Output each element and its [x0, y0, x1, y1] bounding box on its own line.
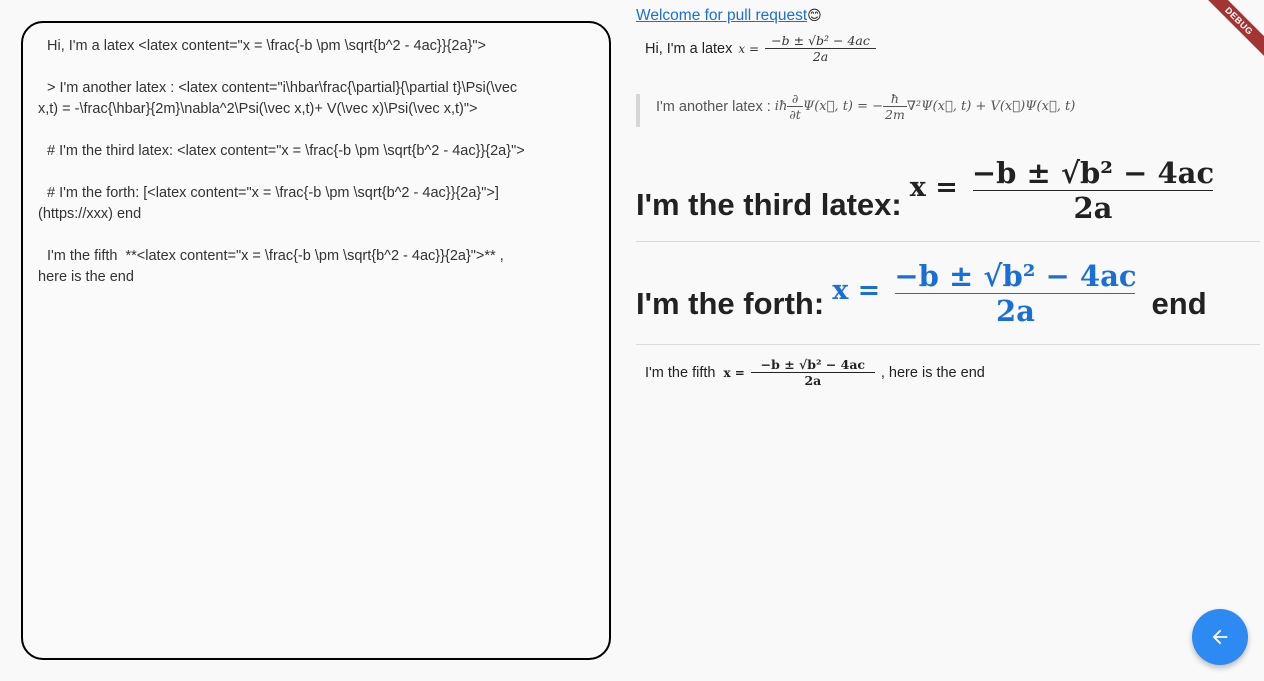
editor-line-3: x,t) = -\frac{\hbar}{2m}\nabla^2\Psi(\ve…: [38, 101, 478, 117]
quadratic-denominator: 2a: [765, 48, 877, 64]
heading4-lhs[interactable]: x =: [832, 275, 880, 306]
blockquote-bar: [636, 94, 640, 127]
line5-text: I'm the fifth: [645, 364, 716, 381]
smile-emoji-icon: 😊: [807, 8, 822, 24]
editor-line-7: I'm the fifth **<latex content="x = \fra…: [47, 248, 504, 264]
schrodinger-mid: Ψ(x⃗, t) = −: [802, 99, 884, 114]
hbar-numerator: ħ: [890, 91, 899, 106]
editor-line-1: Hi, I'm a latex <latex content="x = \fra…: [47, 38, 487, 54]
heading4-end: end: [1151, 286, 1207, 321]
back-fab-button[interactable]: [1192, 609, 1248, 665]
partial-denominator: ∂t: [787, 106, 803, 122]
editor-line-5: # I'm the forth: [<latex content="x = \f…: [47, 185, 499, 201]
line5-fraction: −b ± √b² − 4ac 2a: [750, 357, 875, 388]
preview-line-5: I'm the fifth x = −b ± √b² − 4ac 2a , he…: [645, 357, 985, 388]
editor-line-6: (https://xxx) end: [38, 206, 142, 222]
line1-text: Hi, I'm a latex: [645, 40, 733, 57]
preview-line-2: I'm another latex : iħ ∂ ∂t Ψ(x⃗, t) = −…: [656, 91, 1075, 122]
schrodinger-rest: ∇²Ψ(x⃗, t) + V(x⃗)Ψ(x⃗, t): [906, 99, 1076, 114]
heading4-divider: [636, 344, 1260, 345]
heading-third-latex: I'm the third latex: x = −b ± √b² − 4ac …: [636, 156, 1216, 225]
welcome-link[interactable]: Welcome for pull request: [636, 7, 807, 24]
welcome-link-row: Welcome for pull request😊: [636, 6, 822, 25]
schrodinger-prefix: iħ: [774, 99, 788, 114]
heading-forth: I'm the forth: x = −b ± √b² − 4ac 2a end: [636, 259, 1207, 328]
quadratic-numerator: −b ± √b² − 4ac: [771, 33, 870, 48]
line5-numerator: −b ± √b² − 4ac: [760, 357, 866, 372]
heading3-divider: [636, 241, 1260, 242]
heading4-numerator: −b ± √b² − 4ac: [894, 259, 1137, 293]
heading3-numerator: −b ± √b² − 4ac: [971, 156, 1215, 190]
hbar-denominator: 2m: [883, 106, 907, 122]
line5-end: , here is the end: [880, 364, 985, 381]
line5-denominator: 2a: [750, 372, 875, 388]
heading3-text: I'm the third latex:: [636, 187, 902, 222]
heading3-fraction: −b ± √b² − 4ac 2a: [970, 156, 1216, 225]
line5-lhs: x =: [723, 365, 745, 380]
debug-banner: DEBUG: [1195, 0, 1264, 65]
heading3-lhs: x =: [909, 172, 958, 203]
markdown-editor[interactable]: Hi, I'm a latex <latex content="x = \fra…: [21, 21, 611, 660]
editor-line-2: > I'm another latex : <latex content="i\…: [47, 80, 518, 96]
editor-line-4: # I'm the third latex: <latex content="x…: [47, 143, 525, 159]
heading4-text: I'm the forth:: [636, 286, 825, 321]
partial-numerator: ∂: [791, 91, 799, 106]
arrow-left-icon: [1212, 629, 1228, 645]
heading3-denominator: 2a: [972, 190, 1213, 225]
app-window: Hi, I'm a latex <latex content="x = \fra…: [0, 0, 1264, 681]
quadratic-fraction: −b ± √b² − 4ac 2a: [765, 33, 877, 64]
heading4-denominator: 2a: [895, 293, 1136, 328]
line2-text: I'm another latex :: [656, 98, 771, 115]
hbar-fraction: ħ 2m: [883, 91, 907, 122]
partial-fraction: ∂ ∂t: [787, 91, 803, 122]
preview-line-1: Hi, I'm a latex x = −b ± √b² − 4ac 2a: [645, 33, 877, 64]
heading4-fraction-link[interactable]: −b ± √b² − 4ac 2a: [892, 259, 1138, 328]
quadratic-lhs: x =: [738, 41, 760, 56]
editor-line-8: here is the end: [38, 269, 134, 285]
